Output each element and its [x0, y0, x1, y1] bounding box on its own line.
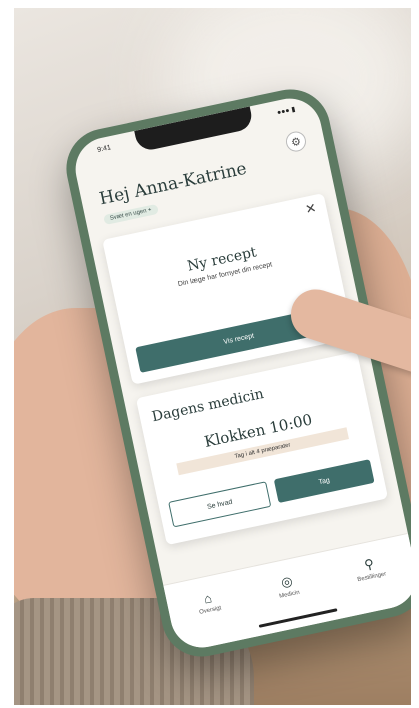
- medicine-title: Dagens medicin: [150, 385, 266, 426]
- tab-orders[interactable]: ⚲ Bestillinger: [353, 554, 387, 584]
- home-icon: ⌂: [202, 590, 214, 607]
- tab-overview-label: Oversigt: [198, 605, 222, 616]
- gear-icon[interactable]: ⚙: [284, 129, 308, 154]
- photo: 9:41 ●●● ▮ ⚙ Hej Anna-Katrine Svæt en ug…: [14, 8, 411, 705]
- pill-icon: ◎: [279, 573, 294, 591]
- notch: [134, 106, 255, 153]
- todays-medicine-card: Dagens medicin Klokken 10:00 Tag i alt 4…: [135, 351, 389, 546]
- greeting: Hej Anna-Katrine: [97, 158, 249, 210]
- see-what-button[interactable]: Se hvad: [168, 481, 272, 528]
- close-icon[interactable]: ✕: [304, 201, 318, 218]
- tab-orders-label: Bestillinger: [356, 571, 387, 584]
- status-signal: ●●● ▮: [276, 106, 297, 117]
- tab-medicine[interactable]: ◎ Medicin: [275, 572, 300, 600]
- bag-icon: ⚲: [362, 555, 376, 573]
- tab-overview[interactable]: ⌂ Oversigt: [195, 589, 222, 616]
- status-time: 9:41: [96, 144, 112, 154]
- take-button[interactable]: Tag: [273, 459, 375, 504]
